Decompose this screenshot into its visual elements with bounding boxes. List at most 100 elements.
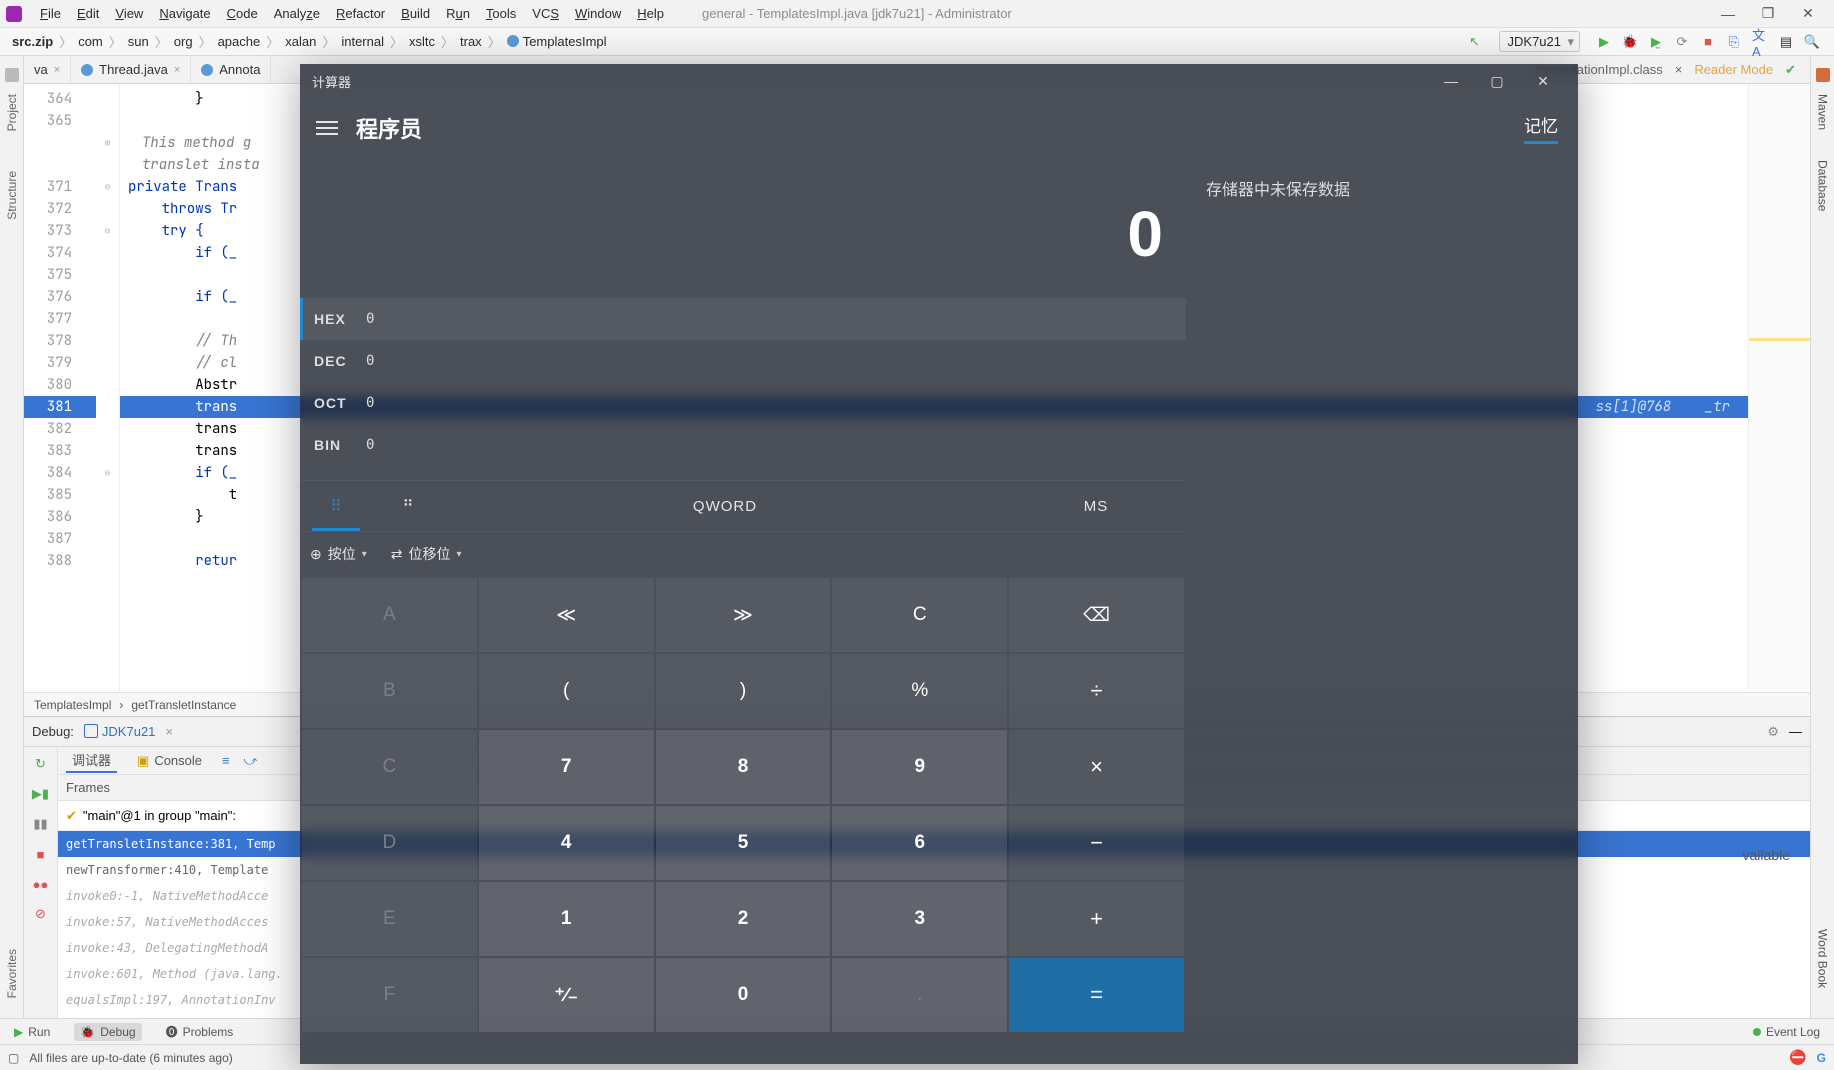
key-3[interactable]: 3 [832,882,1007,956]
crumb-4[interactable]: apache [214,34,265,49]
tw-debug[interactable]: 🐞Debug [74,1023,141,1041]
fold-column[interactable]: ⊕ ⊖⊖ ⊖ [96,84,120,694]
key-1[interactable]: 1 [479,882,654,956]
editor-tab-0[interactable]: va× [24,56,71,83]
step-over-icon[interactable]: ⤻ [244,753,258,769]
key-rparen[interactable]: ) [656,654,831,728]
stop-icon[interactable]: ■ [32,845,50,863]
tab-console[interactable]: ▣Console [131,751,208,771]
calc-titlebar[interactable]: 计算器 — ▢ ✕ [300,64,1578,98]
rerun-icon[interactable]: ↻ [32,755,50,773]
status-icon[interactable]: ▢ [8,1051,19,1065]
key-mod[interactable]: % [832,654,1007,728]
key-0[interactable]: 0 [656,958,831,1032]
base-oct[interactable]: OCT0 [300,382,1186,424]
google-icon[interactable]: G [1817,1051,1826,1065]
crumb-0[interactable]: src.zip [8,34,57,49]
close-icon[interactable]: × [1675,62,1683,77]
key-add[interactable]: + [1009,882,1184,956]
key-9[interactable]: 9 [832,730,1007,804]
menu-run[interactable]: Run [438,6,478,21]
database-tool-label[interactable]: Database [1816,160,1830,211]
reader-mode-toggle[interactable]: Reader Mode [1694,62,1773,77]
menu-code[interactable]: Code [219,6,266,21]
inspection-ok-icon[interactable]: ✔ [1785,62,1796,78]
debug-icon[interactable]: 🐞 [1622,34,1638,50]
translate-icon[interactable]: 文A [1752,34,1768,50]
editor-tab-1[interactable]: Thread.java× [71,56,191,83]
hide-icon[interactable]: — [1789,724,1802,739]
crumb-8[interactable]: trax [456,34,486,49]
coverage-icon[interactable]: ▶̤ [1648,34,1664,50]
run-icon[interactable]: ▶ [1596,34,1612,50]
key-A[interactable]: A [302,578,477,652]
maximize-icon[interactable]: ❐ [1748,5,1788,22]
keypad-mode-full[interactable]: ⠿ [300,481,372,531]
run-config-select[interactable]: JDK7u21▾ [1499,31,1580,52]
keypad-mode-bit[interactable]: ⠛ [372,481,444,531]
key-clear[interactable]: C [832,578,1007,652]
menu-refactor[interactable]: Refactor [328,6,393,21]
maven-tool-label[interactable]: Maven [1816,94,1830,130]
wordbook-tool-label[interactable]: Word Book [1816,929,1830,988]
memory-store[interactable]: MS [1006,498,1186,515]
key-decimal[interactable]: . [832,958,1007,1032]
menu-analyze[interactable]: Analyze [266,6,328,21]
minimize-button[interactable]: — [1428,64,1474,98]
pause-icon[interactable]: ▮▮ [32,815,50,833]
search-icon[interactable]: 🔍 [1804,34,1820,50]
key-negate[interactable]: ⁺∕₋ [479,958,654,1032]
git-icon[interactable]: ⎘ [1726,34,1742,50]
menu-view[interactable]: View [107,6,151,21]
memory-tab[interactable]: 记忆 [1524,112,1558,144]
bitwise-dropdown[interactable]: ⊕按位▾ [310,544,367,564]
crumb-2[interactable]: sun [124,34,153,49]
key-lparen[interactable]: ( [479,654,654,728]
maximize-button[interactable]: ▢ [1474,64,1520,98]
crumb-1[interactable]: com [74,34,107,49]
favorites-tool-label[interactable]: Favorites [5,949,19,998]
crumb-3[interactable]: org [170,34,197,49]
profiler-icon[interactable]: ⟳ [1674,34,1690,50]
key-backspace[interactable]: ⌫ [1009,578,1184,652]
base-hex[interactable]: HEX0 [300,298,1186,340]
editor-tab-2[interactable]: Annota [191,56,271,83]
minimize-icon[interactable]: — [1708,6,1748,22]
key-7[interactable]: 7 [479,730,654,804]
code-crumb-1[interactable]: getTransletInstance [131,698,236,712]
key-6[interactable]: 6 [832,806,1007,880]
menu-edit[interactable]: Edit [69,6,107,21]
project-tool-label[interactable]: Project [5,94,19,131]
key-equals[interactable]: = [1009,958,1184,1032]
breakpoints-icon[interactable]: ●● [32,875,50,893]
key-lsh[interactable]: ≪ [479,578,654,652]
close-icon[interactable]: × [54,64,60,76]
key-B[interactable]: B [302,654,477,728]
menu-navigate[interactable]: Navigate [151,6,218,21]
menu-tools[interactable]: Tools [478,6,524,21]
debug-config[interactable]: JDK7u21 [84,724,155,739]
menu-build[interactable]: Build [393,6,438,21]
gear-icon[interactable]: ⚙ [1767,724,1779,740]
word-size[interactable]: QWORD [444,498,1006,515]
key-8[interactable]: 8 [656,730,831,804]
threads-icon[interactable]: ≡ [222,753,230,768]
menu-help[interactable]: Help [629,6,672,21]
key-multiply[interactable]: × [1009,730,1184,804]
project-tool-icon[interactable] [5,68,19,82]
structure-popup-icon[interactable]: ▤ [1778,34,1794,50]
mute-breakpoints-icon[interactable]: ⊘ [32,905,50,923]
tab-debugger[interactable]: 调试器 [66,748,117,773]
key-5[interactable]: 5 [656,806,831,880]
crumb-5[interactable]: xalan [281,34,320,49]
key-rsh[interactable]: ≫ [656,578,831,652]
close-icon[interactable]: ✕ [1788,5,1828,22]
menu-file[interactable]: File [32,6,69,21]
resume-icon[interactable]: ▶▮ [32,785,50,803]
code-crumb-0[interactable]: TemplatesImpl [34,698,111,712]
tw-run[interactable]: ▶Run [8,1023,56,1041]
key-divide[interactable]: ÷ [1009,654,1184,728]
crumb-6[interactable]: internal [337,34,388,49]
key-4[interactable]: 4 [479,806,654,880]
hamburger-icon[interactable] [316,121,338,135]
